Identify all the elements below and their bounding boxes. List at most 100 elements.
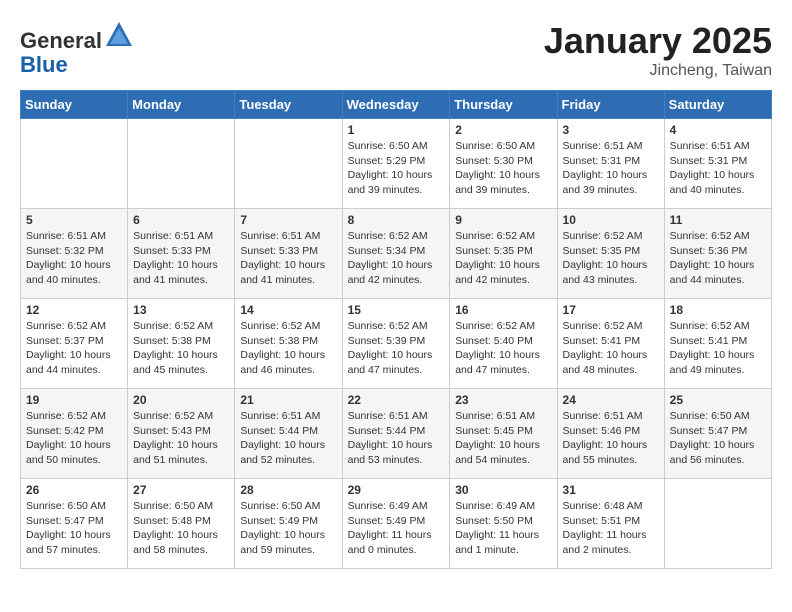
calendar-day-cell — [21, 119, 128, 209]
weekday-cell: Sunday — [21, 91, 128, 119]
day-number: 18 — [670, 303, 766, 317]
calendar-day-cell: 4Sunrise: 6:51 AM Sunset: 5:31 PM Daylig… — [664, 119, 771, 209]
calendar-day-cell: 30 Sunrise: 6:49 AM Sunset: 5:50 PM Dayli… — [450, 479, 557, 569]
day-info: Sunrise: 6:51 AM Sunset: 5:32 PM Dayligh… — [26, 229, 122, 288]
page-header: General Blue January 2025 Jincheng, Taiw… — [20, 20, 772, 80]
day-number: 29 — [348, 483, 445, 497]
day-number: 20 — [133, 393, 229, 407]
calendar-day-cell: 28 Sunrise: 6:50 AM Sunset: 5:49 PM Dayli… — [235, 479, 342, 569]
title-block: January 2025 Jincheng, Taiwan — [544, 20, 772, 80]
calendar-week-row: 1 Sunrise: 6:50 AM Sunset: 5:29 PM Daylig… — [21, 119, 772, 209]
weekday-cell: Friday — [557, 91, 664, 119]
calendar-day-cell: 31Sunrise: 6:48 AM Sunset: 5:51 PM Dayli… — [557, 479, 664, 569]
calendar-day-cell: 7 Sunrise: 6:51 AM Sunset: 5:33 PM Daylig… — [235, 209, 342, 299]
day-number: 8 — [348, 213, 445, 227]
calendar-day-cell: 18 Sunrise: 6:52 AM Sunset: 5:41 PM Dayli… — [664, 299, 771, 389]
day-info: Sunrise: 6:50 AM Sunset: 5:30 PM Dayligh… — [455, 139, 551, 198]
day-number: 27 — [133, 483, 229, 497]
day-info: Sunrise: 6:52 AM Sunset: 5:34 PM Dayligh… — [348, 229, 445, 288]
day-number: 31 — [563, 483, 659, 497]
calendar-day-cell: 21Sunrise: 6:51 AM Sunset: 5:44 PM Dayli… — [235, 389, 342, 479]
day-info: Sunrise: 6:51 AM Sunset: 5:33 PM Dayligh… — [240, 229, 336, 288]
day-info: Sunrise: 6:52 AM Sunset: 5:41 PM Dayligh… — [670, 319, 766, 378]
logo: General Blue — [20, 20, 134, 77]
day-number: 23 — [455, 393, 551, 407]
calendar-week-row: 12 Sunrise: 6:52 AM Sunset: 5:37 PM Dayli… — [21, 299, 772, 389]
day-number: 12 — [26, 303, 122, 317]
day-info: Sunrise: 6:52 AM Sunset: 5:35 PM Dayligh… — [563, 229, 659, 288]
day-number: 14 — [240, 303, 336, 317]
day-info: Sunrise: 6:51 AM Sunset: 5:33 PM Dayligh… — [133, 229, 229, 288]
calendar-day-cell: 11Sunrise: 6:52 AM Sunset: 5:36 PM Dayli… — [664, 209, 771, 299]
day-info: Sunrise: 6:52 AM Sunset: 5:38 PM Dayligh… — [240, 319, 336, 378]
calendar-body: 1 Sunrise: 6:50 AM Sunset: 5:29 PM Daylig… — [21, 119, 772, 569]
day-number: 26 — [26, 483, 122, 497]
calendar-week-row: 5 Sunrise: 6:51 AM Sunset: 5:32 PM Daylig… — [21, 209, 772, 299]
calendar-day-cell — [235, 119, 342, 209]
day-info: Sunrise: 6:50 AM Sunset: 5:47 PM Dayligh… — [26, 499, 122, 558]
day-number: 6 — [133, 213, 229, 227]
calendar-day-cell: 10 Sunrise: 6:52 AM Sunset: 5:35 PM Dayli… — [557, 209, 664, 299]
day-info: Sunrise: 6:49 AM Sunset: 5:50 PM Dayligh… — [455, 499, 551, 558]
day-info: Sunrise: 6:52 AM Sunset: 5:39 PM Dayligh… — [348, 319, 445, 378]
day-number: 17 — [563, 303, 659, 317]
calendar-day-cell: 9Sunrise: 6:52 AM Sunset: 5:35 PM Daylig… — [450, 209, 557, 299]
day-info: Sunrise: 6:52 AM Sunset: 5:43 PM Dayligh… — [133, 409, 229, 468]
day-number: 19 — [26, 393, 122, 407]
calendar-week-row: 19 Sunrise: 6:52 AM Sunset: 5:42 PM Dayli… — [21, 389, 772, 479]
calendar-day-cell — [664, 479, 771, 569]
day-number: 7 — [240, 213, 336, 227]
day-info: Sunrise: 6:50 AM Sunset: 5:49 PM Dayligh… — [240, 499, 336, 558]
day-number: 15 — [348, 303, 445, 317]
day-number: 16 — [455, 303, 551, 317]
day-number: 10 — [563, 213, 659, 227]
calendar-day-cell: 26 Sunrise: 6:50 AM Sunset: 5:47 PM Dayli… — [21, 479, 128, 569]
day-number: 5 — [26, 213, 122, 227]
day-info: Sunrise: 6:50 AM Sunset: 5:48 PM Dayligh… — [133, 499, 229, 558]
calendar-day-cell: 14 Sunrise: 6:52 AM Sunset: 5:38 PM Dayli… — [235, 299, 342, 389]
calendar-day-cell: 1 Sunrise: 6:50 AM Sunset: 5:29 PM Daylig… — [342, 119, 450, 209]
logo-icon — [104, 20, 134, 48]
weekday-cell: Saturday — [664, 91, 771, 119]
day-number: 13 — [133, 303, 229, 317]
day-number: 25 — [670, 393, 766, 407]
calendar-day-cell: 6 Sunrise: 6:51 AM Sunset: 5:33 PM Daylig… — [128, 209, 235, 299]
calendar-day-cell: 24Sunrise: 6:51 AM Sunset: 5:46 PM Dayli… — [557, 389, 664, 479]
day-info: Sunrise: 6:51 AM Sunset: 5:31 PM Dayligh… — [563, 139, 659, 198]
day-info: Sunrise: 6:52 AM Sunset: 5:41 PM Dayligh… — [563, 319, 659, 378]
day-number: 3 — [563, 123, 659, 137]
day-number: 22 — [348, 393, 445, 407]
day-number: 11 — [670, 213, 766, 227]
day-info: Sunrise: 6:50 AM Sunset: 5:29 PM Dayligh… — [348, 139, 445, 198]
logo-general: General — [20, 28, 102, 53]
calendar-week-row: 26 Sunrise: 6:50 AM Sunset: 5:47 PM Dayli… — [21, 479, 772, 569]
calendar-day-cell — [128, 119, 235, 209]
calendar-day-cell: 12 Sunrise: 6:52 AM Sunset: 5:37 PM Dayli… — [21, 299, 128, 389]
calendar-day-cell: 15 Sunrise: 6:52 AM Sunset: 5:39 PM Dayli… — [342, 299, 450, 389]
day-info: Sunrise: 6:52 AM Sunset: 5:37 PM Dayligh… — [26, 319, 122, 378]
weekday-cell: Monday — [128, 91, 235, 119]
calendar-day-cell: 22Sunrise: 6:51 AM Sunset: 5:44 PM Dayli… — [342, 389, 450, 479]
weekday-cell: Thursday — [450, 91, 557, 119]
day-number: 2 — [455, 123, 551, 137]
logo-blue: Blue — [20, 52, 68, 77]
day-number: 30 — [455, 483, 551, 497]
weekday-header-row: SundayMondayTuesdayWednesdayThursdayFrid… — [21, 91, 772, 119]
day-number: 28 — [240, 483, 336, 497]
day-info: Sunrise: 6:50 AM Sunset: 5:47 PM Dayligh… — [670, 409, 766, 468]
calendar-day-cell: 17 Sunrise: 6:52 AM Sunset: 5:41 PM Dayli… — [557, 299, 664, 389]
calendar-day-cell: 13 Sunrise: 6:52 AM Sunset: 5:38 PM Dayli… — [128, 299, 235, 389]
calendar-day-cell: 25 Sunrise: 6:50 AM Sunset: 5:47 PM Dayli… — [664, 389, 771, 479]
weekday-cell: Tuesday — [235, 91, 342, 119]
calendar-day-cell: 23Sunrise: 6:51 AM Sunset: 5:45 PM Dayli… — [450, 389, 557, 479]
month-title: January 2025 — [544, 20, 772, 62]
weekday-cell: Wednesday — [342, 91, 450, 119]
day-number: 1 — [348, 123, 445, 137]
calendar-day-cell: 16Sunrise: 6:52 AM Sunset: 5:40 PM Dayli… — [450, 299, 557, 389]
day-info: Sunrise: 6:51 AM Sunset: 5:31 PM Dayligh… — [670, 139, 766, 198]
day-number: 24 — [563, 393, 659, 407]
day-info: Sunrise: 6:52 AM Sunset: 5:42 PM Dayligh… — [26, 409, 122, 468]
location-title: Jincheng, Taiwan — [544, 62, 772, 80]
calendar-day-cell: 5 Sunrise: 6:51 AM Sunset: 5:32 PM Daylig… — [21, 209, 128, 299]
day-info: Sunrise: 6:52 AM Sunset: 5:38 PM Dayligh… — [133, 319, 229, 378]
